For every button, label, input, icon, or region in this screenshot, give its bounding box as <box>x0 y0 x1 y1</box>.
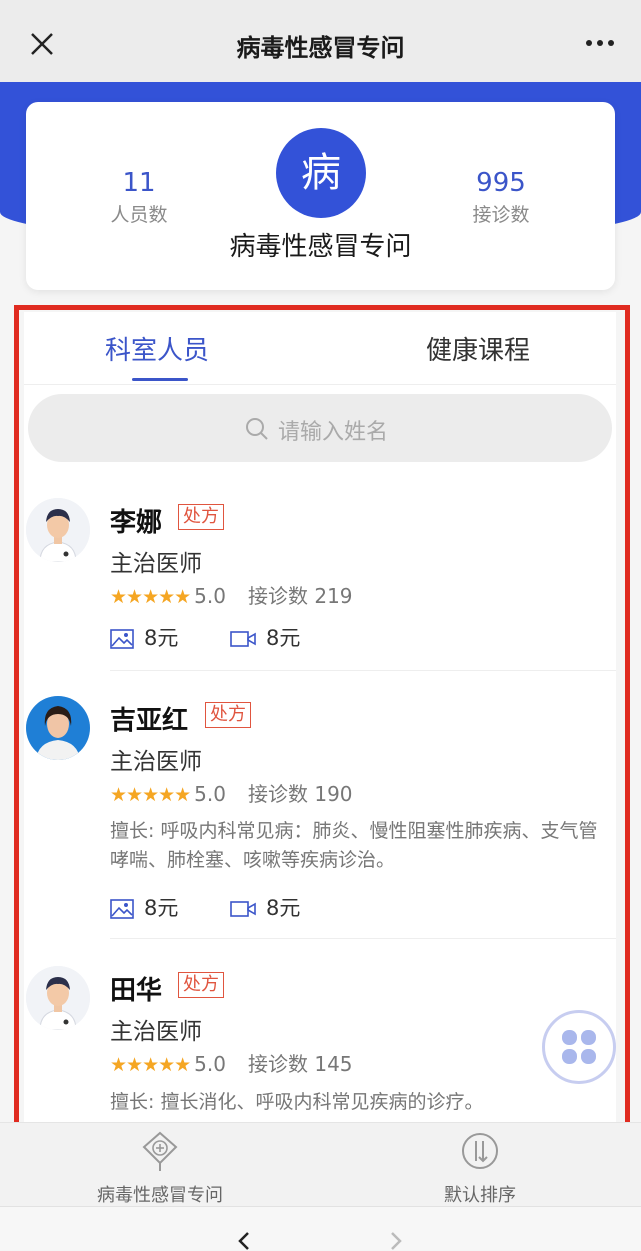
search-icon <box>246 418 268 440</box>
more-icon[interactable] <box>585 38 615 48</box>
consult-count: 995 <box>476 168 526 198</box>
consult-count-label: 接诊数 <box>472 204 530 226</box>
video-icon <box>230 901 256 917</box>
consult-count: 接诊数 190 <box>247 782 353 806</box>
department-card: 11 人员数 病 病毒性感冒专问 995 接诊数 <box>26 102 615 290</box>
image-consult-price[interactable]: 8元 <box>110 622 178 652</box>
consult-count-stat: 995 接诊数 <box>441 168 561 227</box>
doctor-specialty: 擅长: 呼吸内科常见病：肺炎、慢性阻塞性肺疾病、支气管哮喘、肺栓塞、咳嗽等疾病诊… <box>110 820 598 871</box>
rating-stars: ★★★★★ <box>110 784 191 806</box>
tab-bar: 科室人员 健康课程 <box>24 312 616 385</box>
prescription-badge: 处方 <box>178 972 224 998</box>
doctor-title: 主治医师 <box>110 551 202 577</box>
prescription-badge: 处方 <box>205 702 251 728</box>
doctor-card[interactable]: 李娜 处方 主治医师 ★★★★★ 5.0 接诊数 219 8元 8元 <box>24 492 616 672</box>
video-consult-price[interactable]: 8元 <box>230 892 300 922</box>
rating-score: 5.0 <box>194 782 226 806</box>
department-name: 病毒性感冒专问 <box>229 232 412 262</box>
image-consult-price[interactable]: 8元 <box>110 892 178 922</box>
doctor-title: 主治医师 <box>110 1019 202 1045</box>
floating-menu-button[interactable] <box>542 1010 616 1084</box>
video-price: 8元 <box>266 896 301 920</box>
doctor-rating: ★★★★★ 5.0 接诊数 190 <box>110 778 353 807</box>
content-panel: 科室人员 健康课程 请输入姓名 李娜 处方 主治医师 ★★★★★ 5.0 接诊数 2… <box>24 312 616 1162</box>
department-selector-label: 病毒性感冒专问 <box>97 1185 223 1206</box>
forward-arrow-icon[interactable] <box>388 1231 404 1251</box>
top-bar: 病毒性感冒专问 <box>0 0 641 82</box>
staff-count: 11 <box>122 168 156 198</box>
image-price: 8元 <box>144 896 179 920</box>
search-input[interactable]: 请输入姓名 <box>28 394 612 462</box>
back-arrow-icon[interactable] <box>236 1231 252 1251</box>
doctor-avatar <box>26 696 90 760</box>
browser-nav-bar <box>0 1206 641 1250</box>
consult-count: 接诊数 219 <box>247 584 353 608</box>
tab-staff[interactable]: 科室人员 <box>105 330 209 367</box>
search-placeholder: 请输入姓名 <box>278 420 389 445</box>
divider <box>110 670 616 671</box>
doctor-rating: ★★★★★ 5.0 接诊数 145 <box>110 1048 353 1077</box>
sort-selector-label: 默认排序 <box>444 1185 516 1206</box>
staff-count-label: 人员数 <box>110 204 168 226</box>
rating-stars: ★★★★★ <box>110 586 191 608</box>
doctor-rating: ★★★★★ 5.0 接诊数 219 <box>110 580 353 609</box>
doctor-avatar <box>26 966 90 1030</box>
doctor-title: 主治医师 <box>110 749 202 775</box>
video-price: 8元 <box>266 626 301 650</box>
doctor-name: 李娜 <box>110 508 163 538</box>
sort-icon <box>462 1133 498 1169</box>
doctor-avatar <box>26 498 90 562</box>
doctor-card[interactable]: 吉亚红 处方 主治医师 ★★★★★ 5.0 接诊数 190 擅长: 呼吸内科常见病：… <box>24 690 616 940</box>
bottom-bar: 病毒性感冒专问 默认排序 <box>0 1122 641 1207</box>
image-price: 8元 <box>144 626 179 650</box>
divider <box>110 938 616 939</box>
hospital-icon <box>142 1131 178 1171</box>
consult-count: 接诊数 145 <box>247 1052 353 1076</box>
tab-underline <box>132 378 188 381</box>
clover-icon <box>562 1030 596 1064</box>
department-logo: 病 <box>276 128 366 218</box>
video-icon <box>230 631 256 647</box>
doctor-specialty: 擅长: 擅长消化、呼吸内科常见疾病的诊疗。 <box>110 1091 484 1113</box>
page-title: 病毒性感冒专问 <box>236 34 405 62</box>
tab-courses[interactable]: 健康课程 <box>426 330 530 367</box>
doctor-name: 吉亚红 <box>110 706 189 736</box>
rating-stars: ★★★★★ <box>110 1054 191 1076</box>
video-consult-price[interactable]: 8元 <box>230 622 300 652</box>
doctor-name: 田华 <box>110 976 163 1006</box>
image-icon <box>110 899 134 919</box>
rating-score: 5.0 <box>194 1052 226 1076</box>
staff-count-stat: 11 人员数 <box>79 168 199 227</box>
rating-score: 5.0 <box>194 584 226 608</box>
image-icon <box>110 629 134 649</box>
prescription-badge: 处方 <box>178 504 224 530</box>
